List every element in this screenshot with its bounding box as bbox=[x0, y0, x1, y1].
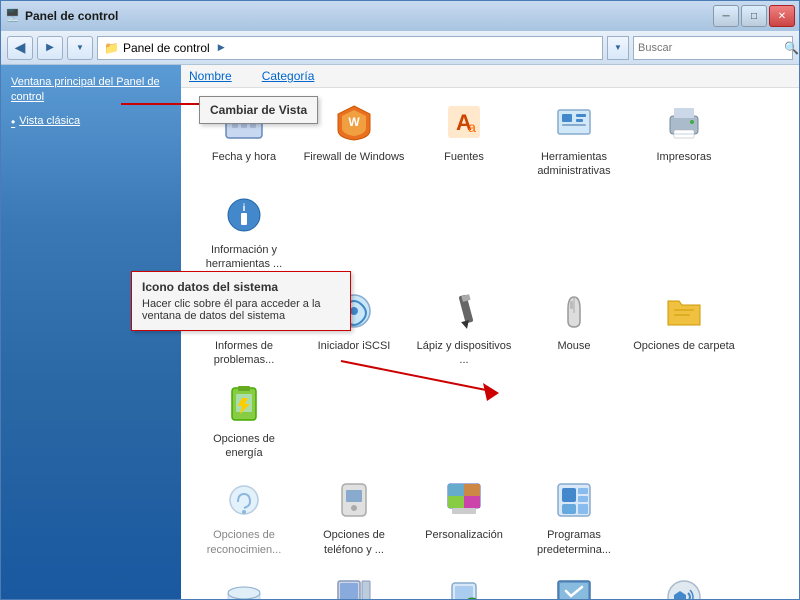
svg-text:a: a bbox=[468, 119, 476, 135]
address-dropdown-button[interactable]: ▼ bbox=[607, 36, 629, 60]
address-bar: ◀ ▶ ▼ 📁 Panel de control ▶ ▼ 🔍 bbox=[1, 31, 799, 65]
sidebar-main-link[interactable]: Ventana principal del Panel de control bbox=[11, 75, 171, 106]
firewall-icon: W bbox=[330, 98, 378, 146]
fuentes-icon: A a bbox=[440, 98, 488, 146]
fecha-hora-label: Fecha y hora bbox=[212, 150, 276, 164]
search-icon[interactable]: 🔍 bbox=[784, 41, 799, 55]
personalization-icon bbox=[440, 476, 488, 524]
forward-button[interactable]: ▶ bbox=[37, 36, 63, 60]
svg-text:W: W bbox=[348, 115, 360, 129]
firewall-label: Firewall de Windows bbox=[304, 150, 405, 164]
list-item[interactable]: i Información y herramientas ... bbox=[189, 185, 299, 278]
programs-default-icon bbox=[550, 476, 598, 524]
list-item[interactable]: Opciones de reconocimien... bbox=[189, 470, 299, 563]
window-title: Panel de control bbox=[25, 9, 118, 23]
recognition-icon bbox=[220, 476, 268, 524]
programs-default-label: Programas predetermina... bbox=[523, 528, 625, 557]
mouse-icon bbox=[550, 287, 598, 335]
title-bar-buttons: ─ □ ✕ bbox=[713, 5, 795, 27]
address-path: Panel de control bbox=[123, 41, 210, 55]
list-item[interactable]: A a Fuentes bbox=[409, 92, 519, 170]
tooltip-cambiar-vista: Cambiar de Vista bbox=[199, 96, 318, 124]
pen-icon bbox=[440, 287, 488, 335]
list-item[interactable]: Reproducción automática bbox=[409, 567, 519, 599]
col-header-nombre[interactable]: Nombre bbox=[189, 69, 232, 83]
admin-icon bbox=[550, 98, 598, 146]
svg-text:i: i bbox=[243, 203, 246, 214]
pen-label: Lápiz y dispositivos ... bbox=[413, 339, 515, 368]
energy-label: Opciones de energía bbox=[193, 432, 295, 461]
title-bar: 🖥️ Panel de control ─ □ ✕ bbox=[1, 1, 799, 31]
folder-icon: 📁 bbox=[104, 41, 119, 55]
list-item[interactable]: Herramientas administrativas bbox=[519, 92, 629, 185]
search-field[interactable]: 🔍 bbox=[633, 36, 793, 60]
list-item[interactable]: Opciones de carpeta bbox=[629, 281, 739, 359]
iscsi-label: Iniciador iSCSI bbox=[318, 339, 391, 353]
sidebar-classic-label: Vista clásica bbox=[19, 114, 80, 129]
admin-label: Herramientas administrativas bbox=[523, 150, 625, 179]
content-area: Nombre Categoría bbox=[181, 65, 799, 599]
list-item[interactable]: Sonido bbox=[629, 567, 739, 599]
folder-options-label: Opciones de carpeta bbox=[633, 339, 735, 353]
informes-label: Informes de problemas... bbox=[193, 339, 295, 368]
list-item[interactable]: Opciones de energía bbox=[189, 374, 299, 467]
sidebar-bullet: • bbox=[11, 114, 15, 131]
list-item[interactable]: Opciones de teléfono y ... bbox=[299, 470, 409, 563]
address-path-arrow: ▶ bbox=[218, 42, 225, 53]
programs-icon bbox=[220, 573, 268, 599]
list-item[interactable]: Personalización bbox=[409, 470, 519, 548]
column-headers: Nombre Categoría bbox=[181, 65, 799, 88]
list-item[interactable]: Programas y características bbox=[189, 567, 299, 599]
autoplay-icon bbox=[440, 573, 488, 599]
tooltip-icono-datos: Icono datos del sistema Hacer clic sobre… bbox=[131, 271, 351, 331]
energy-icon bbox=[220, 380, 268, 428]
tooltip-cambiar-text: Cambiar de Vista bbox=[210, 103, 307, 117]
info-icon: i bbox=[220, 191, 268, 239]
tooltip-icono-title: Icono datos del sistema bbox=[142, 280, 340, 294]
fuentes-label: Fuentes bbox=[444, 150, 484, 164]
list-item[interactable]: Programas predetermina... bbox=[519, 470, 629, 563]
dropdown-arrow-button[interactable]: ▼ bbox=[67, 36, 93, 60]
impresoras-icon bbox=[660, 98, 708, 146]
main-area: Ventana principal del Panel de control •… bbox=[1, 65, 799, 599]
system-icon bbox=[550, 573, 598, 599]
minimize-button[interactable]: ─ bbox=[713, 5, 739, 27]
list-item[interactable]: Lápiz y dispositivos ... bbox=[409, 281, 519, 374]
address-field[interactable]: 📁 Panel de control ▶ bbox=[97, 36, 603, 60]
info-label: Información y herramientas ... bbox=[193, 243, 295, 272]
back-button[interactable]: ◀ bbox=[7, 36, 33, 60]
maximize-button[interactable]: □ bbox=[741, 5, 767, 27]
recognition-label: Opciones de reconocimien... bbox=[193, 528, 295, 557]
window-icon: 🖥️ bbox=[5, 8, 21, 24]
sidebar-classic-link[interactable]: • Vista clásica bbox=[11, 114, 171, 131]
list-item[interactable]: Sistema bbox=[519, 567, 629, 599]
icons-container[interactable]: Fecha y hora W Firewall de Windows bbox=[181, 88, 799, 599]
folder-options-icon bbox=[660, 287, 708, 335]
col-header-categoria[interactable]: Categoría bbox=[262, 69, 315, 83]
list-item[interactable]: Impresoras bbox=[629, 92, 739, 170]
sidebar: Ventana principal del Panel de control •… bbox=[1, 65, 181, 599]
phone-label: Opciones de teléfono y ... bbox=[303, 528, 405, 557]
impresoras-label: Impresoras bbox=[656, 150, 711, 164]
windows-sid-icon bbox=[330, 573, 378, 599]
close-button[interactable]: ✕ bbox=[769, 5, 795, 27]
personalization-label: Personalización bbox=[425, 528, 503, 542]
phone-icon bbox=[330, 476, 378, 524]
search-input[interactable] bbox=[638, 42, 780, 54]
list-item[interactable]: Mouse bbox=[519, 281, 629, 359]
icons-row-3: Opciones de reconocimien... Opciones de … bbox=[189, 470, 791, 563]
sound-icon bbox=[660, 573, 708, 599]
mouse-label: Mouse bbox=[557, 339, 590, 353]
tooltip-icono-body: Hacer clic sobre él para acceder a la ve… bbox=[142, 298, 340, 322]
list-item[interactable]: Propiedades de Windows Sid... bbox=[299, 567, 409, 599]
icons-row-4: Programas y características Pr bbox=[189, 567, 791, 599]
